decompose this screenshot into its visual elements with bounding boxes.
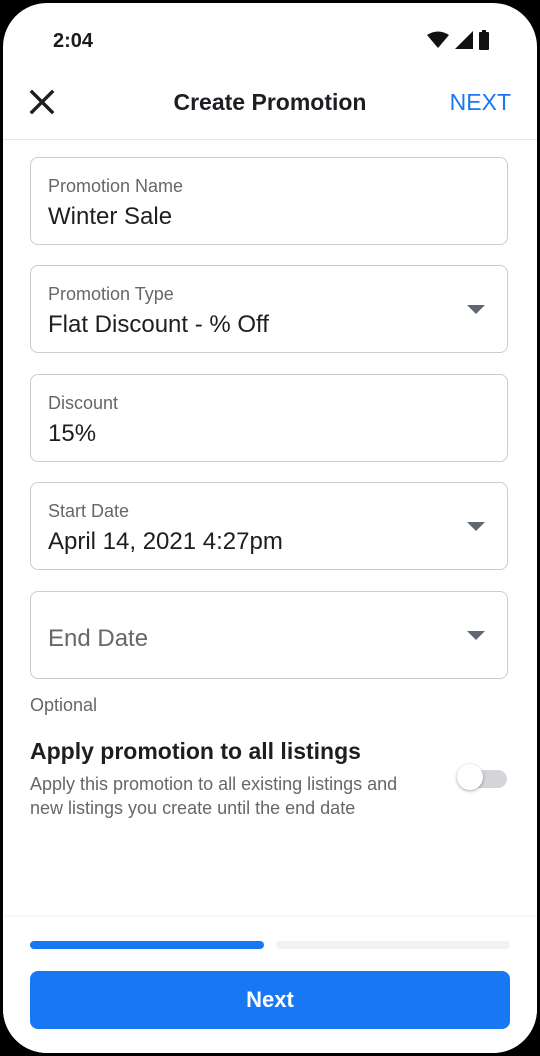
start-date-select[interactable]: Start Date April 14, 2021 4:27pm xyxy=(30,482,508,570)
status-icons xyxy=(427,29,489,51)
field-placeholder: End Date xyxy=(48,625,149,652)
end-date-helper-text: Optional xyxy=(30,695,98,715)
discount-field[interactable]: Discount 15% xyxy=(30,374,508,462)
apply-all-title: Apply promotion to all listings xyxy=(30,738,361,764)
header-next-link[interactable]: NEXT xyxy=(450,89,511,116)
apply-all-toggle[interactable] xyxy=(457,764,507,790)
promotion-name-field[interactable]: Promotion Name Winter Sale xyxy=(30,157,508,245)
dropdown-caret-icon xyxy=(467,522,485,531)
status-bar: 2:04 xyxy=(3,3,537,73)
dropdown-caret-icon xyxy=(467,631,485,640)
app-header: Create Promotion NEXT xyxy=(3,73,537,140)
battery-icon xyxy=(479,30,489,50)
end-date-select[interactable]: End Date xyxy=(30,591,508,679)
field-label: Discount xyxy=(48,393,119,413)
field-label: Promotion Name xyxy=(48,176,184,196)
promotion-type-select[interactable]: Promotion Type Flat Discount - % Off xyxy=(30,265,508,353)
progress-segment xyxy=(276,941,510,949)
field-value: Flat Discount - % Off xyxy=(48,311,269,338)
status-time: 2:04 xyxy=(53,30,94,52)
apply-all-description: Apply this promotion to all existing lis… xyxy=(30,774,398,818)
wifi-icon xyxy=(427,31,449,48)
field-label: Promotion Type xyxy=(48,284,174,304)
progress-segment xyxy=(30,941,264,949)
field-value: Winter Sale xyxy=(48,203,173,230)
toggle-knob xyxy=(457,764,483,790)
next-button[interactable]: Next xyxy=(30,971,510,1029)
footer: Next xyxy=(3,917,537,1053)
field-value: 15% xyxy=(48,420,97,447)
signal-icon xyxy=(455,31,473,49)
field-value: April 14, 2021 4:27pm xyxy=(48,528,283,555)
dropdown-caret-icon xyxy=(467,305,485,314)
phone-screen: 2:04 Create Promotion NEXT Promotion Nam… xyxy=(3,3,537,1053)
field-label: Start Date xyxy=(48,501,130,521)
step-progress xyxy=(30,941,510,949)
